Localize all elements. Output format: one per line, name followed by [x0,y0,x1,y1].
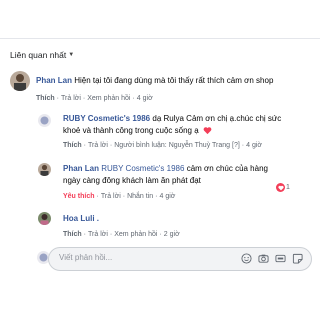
comment-author[interactable]: Hoa Luli . [63,214,99,223]
timestamp[interactable]: 2 giờ [164,231,180,238]
love-button[interactable]: Yêu thích [63,193,95,200]
reaction-count[interactable]: 1 [276,183,290,192]
comment-body: cảm ơn chúc của hàng [186,164,268,173]
view-replies-link[interactable]: Xem phản hồi [114,231,157,238]
comment-body: dạ Rulya Cảm ơn chị ạ.chúc chị sức [152,114,282,123]
reaction-number: 1 [286,184,290,191]
comment-text-line2: ngày càng đông khách làm ăn phát đạt [63,175,201,187]
comment-actions: Thích · Trả lời · Xem phản hồi · 2 giờ [63,231,180,238]
avatar[interactable] [10,71,30,91]
comment-text: RUBY Cosmetic's 1986 dạ Rulya Cảm ơn chị… [63,113,281,125]
comment-text: Phan Lan RUBY Cosmetic's 1986 cảm ơn chú… [63,163,268,175]
comment-text: Hoa Luli . [63,213,99,225]
comment-actions: Thích · Trả lời · Người bình luận: Nguyễn … [63,142,263,149]
comment-actions: Thích · Trả lời · Xem phản hồi · 4 giờ [36,95,153,102]
top-divider [0,38,320,39]
reply-button[interactable]: Trả lời [88,142,108,149]
comment-author[interactable]: RUBY Cosmetic's 1986 [63,114,150,123]
message-button[interactable]: Nhắn tin [127,193,153,200]
comment-body: khoẻ và thành công trong cuộc sống ạ [63,126,199,135]
like-button[interactable]: Thích [63,142,82,149]
view-replies-link[interactable]: Xem phản hồi [87,95,130,102]
sort-dropdown[interactable]: Liên quan nhất ▼ [10,50,74,60]
comment-author[interactable]: Phan Lan [63,164,99,173]
timestamp[interactable]: 4 giờ [137,95,153,102]
love-reaction-icon [276,183,285,192]
like-button[interactable]: Thích [63,231,82,238]
avatar[interactable] [38,212,51,225]
sort-label: Liên quan nhất [10,50,67,60]
reply-input[interactable]: Viết phản hồi... [48,247,312,271]
reply-button[interactable]: Trả lời [101,193,121,200]
gif-icon[interactable] [275,253,286,264]
comment-text: Phan Lan Hiện tại tôi đang dùng mà tôi t… [36,75,273,87]
reply-button[interactable]: Trả lời [88,231,108,238]
comment-author[interactable]: Phan Lan [36,76,72,85]
chevron-down-icon: ▼ [68,52,75,58]
camera-icon[interactable] [258,253,269,264]
replier-prefix: Người bình luận: [114,142,167,149]
sticker-icon[interactable] [292,253,303,264]
avatar[interactable] [38,114,51,127]
timestamp[interactable]: 4 giờ [246,142,262,149]
badge: [?] [232,142,240,149]
reply-button[interactable]: Trả lời [61,95,81,102]
replier-name[interactable]: Nguyễn Thuỳ Trang [169,142,230,149]
comment-text-line2: khoẻ và thành công trong cuộc sống ạ [63,125,212,137]
like-button[interactable]: Thích [36,95,55,102]
comment-body: ngày càng đông khách làm ăn phát đạt [63,176,201,185]
comment-actions: Yêu thích · Trả lời · Nhắn tin · 4 giờ [63,193,176,200]
comment-body: Hiện tại tôi đang dùng mà tôi thấy rất t… [74,76,274,85]
emoji-icon[interactable] [241,253,252,264]
reply-composer: Viết phản hồi... [37,247,312,271]
avatar[interactable] [38,163,51,176]
reply-placeholder: Viết phản hồi... [59,253,113,262]
mention-link[interactable]: RUBY Cosmetic's 1986 [101,164,184,173]
timestamp[interactable]: 4 giờ [160,193,176,200]
heart-icon [203,126,212,135]
